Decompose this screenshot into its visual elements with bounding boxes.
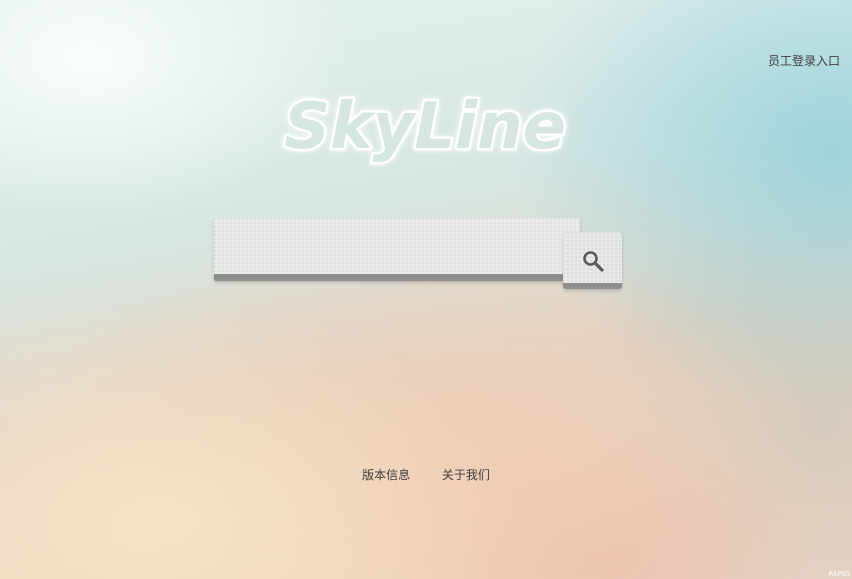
search-button[interactable] <box>563 232 622 289</box>
skyline-logo: SkyLine <box>280 82 570 172</box>
search-icon <box>583 251 604 272</box>
search-input[interactable] <box>214 218 580 281</box>
version-info-link[interactable]: 版本信息 <box>362 468 410 482</box>
staff-login-link[interactable]: 员工登录入口 <box>768 52 840 69</box>
watermark: RAPOS <box>828 570 850 578</box>
about-us-link[interactable]: 关于我们 <box>442 468 490 482</box>
logo-text: SkyLine <box>284 90 566 164</box>
footer-links: 版本信息 关于我们 <box>0 466 852 483</box>
